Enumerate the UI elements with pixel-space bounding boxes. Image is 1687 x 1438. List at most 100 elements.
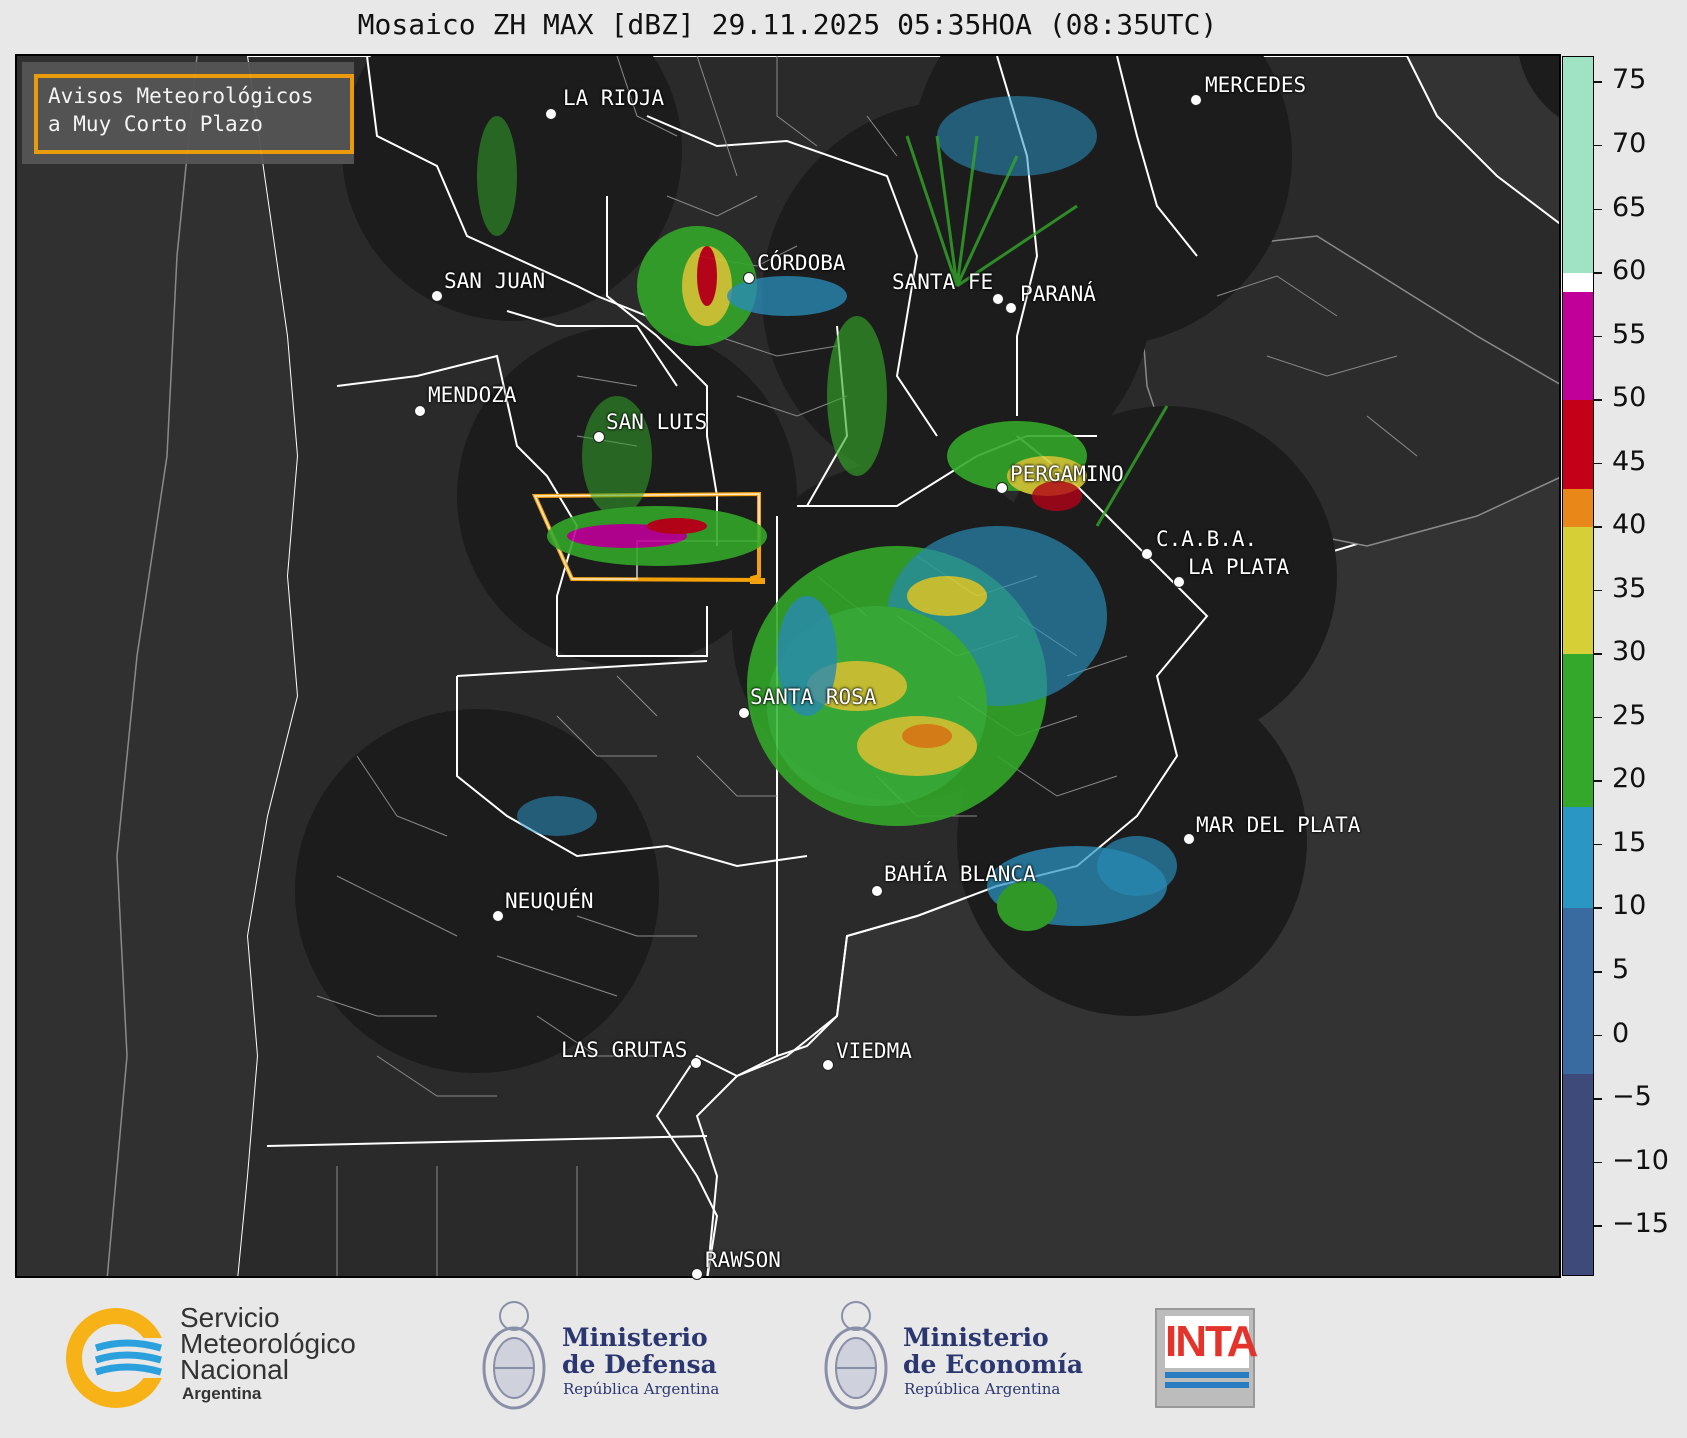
city-dot [492, 910, 504, 922]
city-label: LA PLATA [1188, 555, 1290, 579]
colorbar-tick-label: 30 [1612, 636, 1647, 668]
city-dot [822, 1059, 834, 1071]
eco-line-2: de Economía [903, 1350, 1084, 1379]
legend-line-2: a Muy Corto Plazo [48, 112, 263, 136]
colorbar-tick [1594, 716, 1602, 719]
city-label: BAHÍA BLANCA [884, 862, 1036, 886]
colorbar-tick [1594, 335, 1602, 338]
legend-line-1: Avisos Meteorológicos [48, 84, 314, 108]
colorbar-tick [1594, 462, 1602, 465]
colorbar-tick-label: 50 [1612, 382, 1647, 414]
colorbar-tick-label: 25 [1612, 699, 1647, 731]
colorbar-tick [1594, 1098, 1602, 1100]
colorbar-band [1563, 1073, 1593, 1275]
colorbar-tick-label: 65 [1612, 191, 1647, 223]
colorbar-tick [1594, 780, 1602, 782]
city-label: NEUQUÉN [505, 889, 594, 913]
colorbar-tick [1594, 272, 1602, 274]
city-label: MAR DEL PLATA [1196, 813, 1361, 837]
city-dot [414, 405, 426, 417]
colorbar-band [1563, 806, 1593, 909]
colorbar-tick-label: 75 [1612, 64, 1647, 96]
smn-logo-icon [66, 1308, 166, 1408]
city-label: SAN JUAN [444, 269, 546, 293]
colorbar-tick [1594, 589, 1602, 592]
colorbar-tick-label: −10 [1612, 1144, 1669, 1176]
colorbar-tick-label: −15 [1612, 1208, 1669, 1240]
inta-stripe [1165, 1372, 1249, 1378]
colorbar-band [1563, 654, 1593, 807]
city-dot [1173, 576, 1185, 588]
city-dot [996, 482, 1008, 494]
colorbar-tick [1594, 81, 1602, 83]
warning-legend: Avisos Meteorológicos a Muy Corto Plazo [22, 62, 354, 164]
city-dot [545, 108, 557, 120]
city-label: PERGAMINO [1010, 462, 1124, 486]
colorbar-band [1563, 489, 1593, 528]
colorbar-tick-label: 0 [1612, 1017, 1630, 1049]
city-label: CÓRDOBA [757, 251, 846, 275]
colorbar-tick-label: 60 [1612, 255, 1647, 287]
colorbar-tick [1594, 526, 1602, 528]
colorbar-tick [1594, 653, 1602, 655]
colorbar-tick-label: 10 [1612, 890, 1647, 922]
eco-line-1: Ministerio [903, 1323, 1049, 1352]
colorbar-band [1563, 292, 1593, 401]
city-label: PARANÁ [1020, 282, 1096, 306]
city-dot [431, 290, 443, 302]
inta-logo: INTA [1155, 1308, 1258, 1408]
colorbar-tick-label: 15 [1612, 826, 1647, 858]
colorbar-tick [1594, 1225, 1602, 1227]
warning-legend-frame: Avisos Meteorológicos a Muy Corto Plazo [34, 74, 354, 154]
city-label: LAS GRUTAS [561, 1038, 688, 1062]
colorbar-tick [1594, 1161, 1602, 1164]
city-label: LA RIOJA [563, 86, 665, 110]
smn-line-3: Nacional [180, 1354, 289, 1385]
colorbar-tick-label: 20 [1612, 763, 1647, 795]
city-dot [1183, 833, 1195, 845]
city-dot [743, 272, 755, 284]
city-label: MERCEDES [1205, 73, 1307, 97]
city-dot [1005, 302, 1017, 314]
city-label: VIEDMA [836, 1039, 912, 1063]
inta-logo-text: INTA [1165, 1316, 1258, 1368]
colorbar-tick-label: 70 [1612, 127, 1647, 159]
colorbar-tick-label: 55 [1612, 318, 1647, 350]
smn-line-4: Argentina [182, 1384, 262, 1403]
city-label: RAWSON [705, 1248, 781, 1272]
city-dot [593, 431, 605, 443]
colorbar-tick [1594, 1034, 1602, 1037]
city-label: SANTA ROSA [750, 685, 877, 709]
city-dot [690, 1057, 702, 1069]
colorbar-band [1563, 400, 1593, 490]
colorbar-tick-label: 45 [1612, 445, 1647, 477]
colorbar-tick-label: 5 [1612, 954, 1630, 985]
colorbar-tick [1594, 907, 1602, 909]
city-label: MENDOZA [428, 383, 517, 407]
colorbar-tick-label: −5 [1612, 1081, 1652, 1113]
city-dot [1190, 94, 1202, 106]
def-line-1: Ministerio [562, 1323, 708, 1352]
colorbar-band [1563, 527, 1593, 655]
eco-line-3: República Argentina [904, 1380, 1061, 1398]
city-dot [871, 885, 883, 897]
colorbar-tick [1594, 399, 1602, 401]
colorbar-band [1563, 57, 1593, 274]
inta-stripe [1165, 1382, 1249, 1388]
city-dot [992, 293, 1004, 305]
coat-of-arms-icon [482, 1301, 546, 1410]
city-dot [738, 707, 750, 719]
colorbar-tick [1594, 208, 1602, 210]
city-label: SAN LUIS [606, 410, 708, 434]
def-line-2: de Defensa [562, 1350, 717, 1379]
radar-map-canvas [17, 56, 1559, 1276]
radar-map[interactable] [15, 54, 1561, 1278]
colorbar-tick [1594, 971, 1602, 973]
colorbar-tick-label: 35 [1612, 572, 1647, 604]
def-line-3: República Argentina [563, 1380, 720, 1398]
map-title: Mosaico ZH MAX [dBZ] 29.11.2025 05:35HOA… [357, 8, 1218, 41]
colorbar-band [1563, 908, 1593, 1074]
footer-logos: Servicio Meteorológico Nacional Argentin… [0, 1280, 1687, 1438]
city-dot [691, 1268, 703, 1280]
colorbar-tick [1594, 843, 1602, 846]
